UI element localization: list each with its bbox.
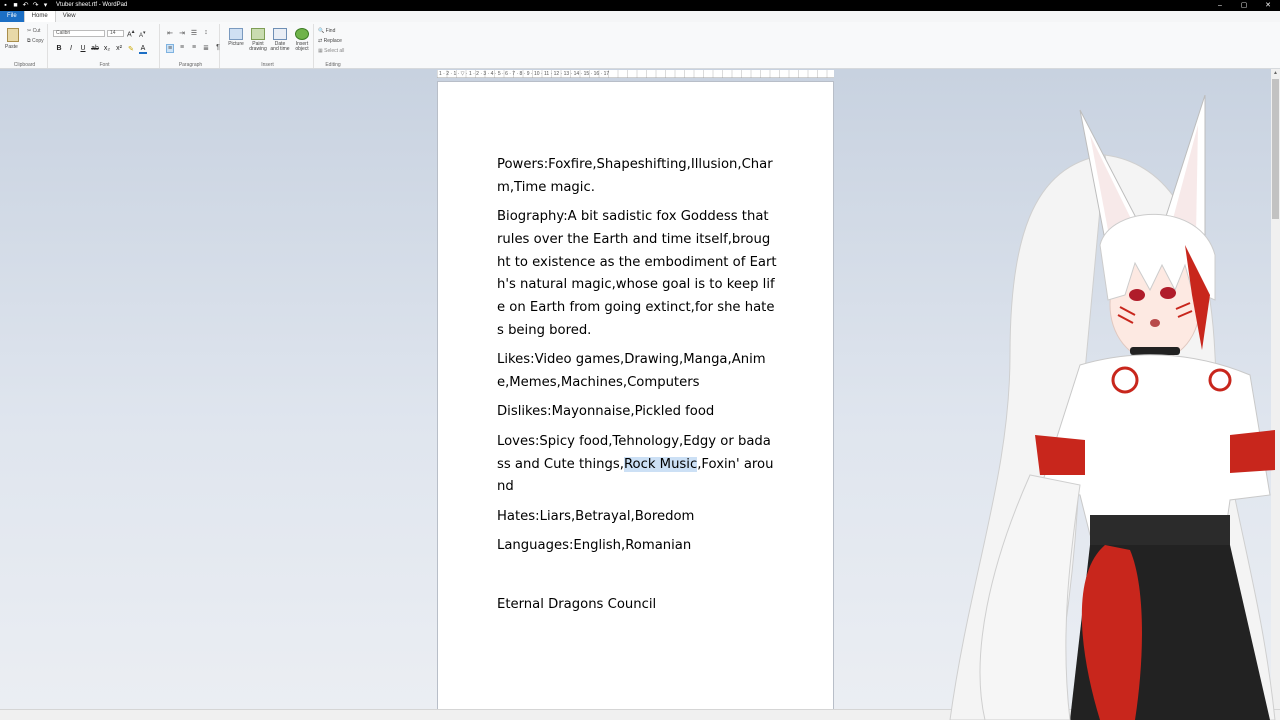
cut-button[interactable]: ✂ Cut	[27, 28, 40, 34]
loves-paragraph[interactable]: Loves:Spicy food,Tehnology,Edgy or badas…	[497, 431, 777, 499]
replace-button[interactable]: ⇄ Replace	[318, 38, 342, 44]
ruler-numbers: 1 · 2 · 1 · ▽ · 1 · 2 · 3 · 4 · 5 · 6 · …	[439, 71, 610, 77]
close-button[interactable]: ✕	[1256, 0, 1280, 11]
picture-button[interactable]: Picture	[226, 28, 246, 47]
save-icon[interactable]: ■	[12, 2, 19, 9]
selected-text[interactable]: Rock Music	[623, 456, 698, 472]
title-bar: ▪ ■ ↶ ↷ ▾ Vtuber sheet.rtf - WordPad – ▢…	[0, 0, 1280, 11]
date-time-label: Date and time	[270, 41, 290, 52]
insert-group: Picture Paint drawing Date and time Inse…	[222, 24, 314, 68]
paste-icon[interactable]	[7, 28, 19, 42]
shrink-font-button[interactable]: A▾	[139, 30, 146, 39]
customize-chevron-icon[interactable]: ▾	[42, 2, 49, 9]
bold-button[interactable]: B	[55, 45, 63, 54]
align-left-icon[interactable]: ≡	[166, 44, 174, 53]
calendar-icon	[273, 28, 287, 40]
insert-object-button[interactable]: Insert object	[292, 28, 312, 52]
vtuber-avatar-illustration	[949, 95, 1276, 720]
object-icon	[295, 28, 309, 40]
format-buttons: B I U ab x₂ x² ✎ A	[55, 45, 147, 54]
font-family-select[interactable]: Calibri	[53, 30, 105, 37]
likes-paragraph[interactable]: Likes:Video games,Drawing,Manga,Anime,Me…	[497, 349, 777, 394]
grow-font-button[interactable]: A▴	[127, 29, 135, 38]
clipboard-group: Paste ✂ Cut ⧉ Copy Clipboard	[2, 24, 48, 68]
bullet-list-icon[interactable]: ☰	[190, 29, 198, 37]
maximize-button[interactable]: ▢	[1232, 0, 1256, 11]
font-group: Calibri 14 A▴ A▾ B I U ab x₂ x² ✎ A Font	[50, 24, 160, 68]
line-spacing-icon[interactable]: ↕	[202, 29, 210, 37]
picture-label: Picture	[228, 41, 244, 47]
italic-button[interactable]: I	[67, 45, 75, 54]
date-time-button[interactable]: Date and time	[270, 28, 290, 52]
window-title: Vtuber sheet.rtf - WordPad	[56, 2, 128, 8]
minimize-button[interactable]: –	[1208, 0, 1232, 11]
justify-icon[interactable]: ≣	[202, 44, 210, 53]
redo-icon[interactable]: ↷	[32, 2, 39, 9]
powers-paragraph[interactable]: Powers:Foxfire,Shapeshifting,Illusion,Ch…	[497, 154, 777, 199]
quick-access-toolbar: ▪ ■ ↶ ↷ ▾	[2, 0, 49, 11]
copy-button[interactable]: ⧉ Copy	[27, 38, 44, 44]
paragraph-group: ⇤ ⇥ ☰ ↕ ≡ ≡ ≡ ≣ ¶ Paragraph	[162, 24, 220, 68]
paint-label: Paint drawing	[249, 41, 267, 52]
select-all-label: Select all	[324, 48, 345, 54]
dislikes-paragraph[interactable]: Dislikes:Mayonnaise,Pickled food	[497, 401, 777, 424]
ruler[interactable]: 1 · 2 · 1 · ▽ · 1 · 2 · 3 · 4 · 5 · 6 · …	[437, 70, 834, 78]
editing-group: 🔍 Find ⇄ Replace ▦ Select all Editing	[316, 24, 350, 68]
replace-label: Replace	[323, 38, 342, 44]
tab-file[interactable]: File	[0, 11, 24, 22]
font-group-label: Font	[99, 62, 110, 68]
paint-icon	[251, 28, 265, 40]
ribbon-tabs: File Home View	[0, 11, 1280, 22]
insert-group-label: Insert	[261, 62, 274, 68]
underline-button[interactable]: U	[79, 45, 87, 54]
insert-object-label: Insert object	[295, 41, 309, 52]
paint-drawing-button[interactable]: Paint drawing	[248, 28, 268, 52]
cut-label: Cut	[32, 28, 41, 34]
superscript-button[interactable]: x²	[115, 45, 123, 54]
subscript-button[interactable]: x₂	[103, 45, 111, 54]
picture-icon	[229, 28, 243, 40]
footer-paragraph[interactable]: Eternal Dragons Council	[497, 594, 777, 617]
paragraph-group-label: Paragraph	[178, 62, 203, 68]
clipboard-group-label: Clipboard	[13, 62, 36, 68]
window-controls: – ▢ ✕	[1208, 0, 1280, 11]
languages-paragraph[interactable]: Languages:English,Romanian	[497, 535, 777, 558]
ribbon: Paste ✂ Cut ⧉ Copy Clipboard Calibri 14 …	[0, 22, 1280, 69]
biography-paragraph[interactable]: Biography:A bit sadistic fox Goddess tha…	[497, 206, 777, 342]
find-label: Find	[325, 28, 336, 34]
app-icon[interactable]: ▪	[2, 2, 9, 9]
decrease-indent-icon[interactable]: ⇤	[166, 29, 174, 37]
tab-home[interactable]: Home	[23, 11, 56, 22]
strikethrough-button[interactable]: ab	[91, 45, 99, 54]
select-all-button[interactable]: ▦ Select all	[318, 48, 344, 54]
document-page[interactable]: Powers:Foxfire,Shapeshifting,Illusion,Ch…	[437, 81, 834, 709]
empty-line	[497, 565, 777, 594]
align-right-icon[interactable]: ≡	[190, 44, 198, 53]
align-center-icon[interactable]: ≡	[178, 44, 186, 53]
font-color-icon[interactable]: A	[139, 45, 147, 54]
find-button[interactable]: 🔍 Find	[318, 28, 335, 34]
hates-paragraph[interactable]: Hates:Liars,Betrayal,Boredom	[497, 506, 777, 529]
font-size-select[interactable]: 14	[107, 30, 124, 37]
highlight-icon[interactable]: ✎	[127, 45, 135, 54]
editing-group-label: Editing	[325, 62, 341, 68]
undo-icon[interactable]: ↶	[22, 2, 29, 9]
paragraph-row-2: ≡ ≡ ≡ ≣ ¶	[166, 44, 222, 53]
paragraph-settings-icon[interactable]: ¶	[214, 44, 222, 53]
paragraph-row-1: ⇤ ⇥ ☰ ↕	[166, 29, 210, 37]
document-text[interactable]: Powers:Foxfire,Shapeshifting,Illusion,Ch…	[497, 154, 777, 623]
copy-label: Copy	[31, 38, 44, 44]
scroll-up-icon[interactable]: ▲	[1271, 69, 1280, 77]
paste-button[interactable]: Paste	[5, 44, 18, 50]
increase-indent-icon[interactable]: ⇥	[178, 29, 186, 37]
tab-view[interactable]: View	[56, 11, 83, 22]
